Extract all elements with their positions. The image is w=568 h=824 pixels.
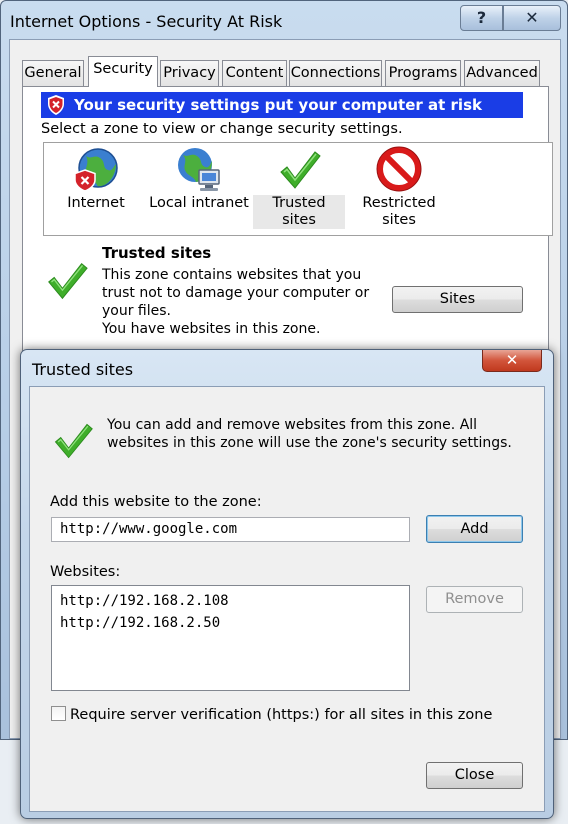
shield-warning-icon [48,95,64,115]
sites-button[interactable]: Sites [392,286,523,313]
remove-button[interactable]: Remove [426,586,523,613]
help-button[interactable]: ? [460,5,503,31]
zone-internet-label: Internet [67,195,125,211]
checkmark-icon [280,151,321,189]
globe-warning-icon [74,148,118,192]
window-title: Internet Options - Security At Risk [10,12,283,31]
require-https-checkbox[interactable] [51,706,66,721]
add-button[interactable]: Add [426,515,523,543]
zone-detail-title: Trusted sites [102,244,212,262]
tab-connections[interactable]: Connections [289,60,382,86]
trusted-sites-dialog: Trusted sites ✕ You can add and remove w… [20,349,554,819]
websites-label: Websites: [50,564,121,580]
require-https-row[interactable]: Require server verification (https:) for… [51,706,492,723]
zone-prompt: Select a zone to view or change security… [41,121,403,137]
tab-general[interactable]: General [22,60,84,86]
list-item[interactable]: http://192.168.2.108 [60,590,409,612]
zone-description: This zone contains websites that you tru… [102,267,370,319]
tab-privacy[interactable]: Privacy [160,60,219,86]
zone-status: You have websites in this zone. [102,321,321,337]
intranet-globe-icon [178,148,220,191]
add-website-label: Add this website to the zone: [50,494,262,510]
security-warning-banner: Your security settings put your computer… [41,92,523,118]
tab-advanced[interactable]: Advanced [464,60,540,86]
restricted-icon [376,146,422,192]
zone-list: Internet Local intranet Trusted sites Re… [43,142,553,236]
website-url-input[interactable]: http://www.google.com [51,517,410,542]
dialog-close-x-button[interactable]: ✕ [482,350,542,372]
zone-detail-text: This zone contains websites that you tru… [102,266,372,338]
zone-local-intranet-label: Local intranet [149,195,249,211]
close-button[interactable]: Close [426,762,523,789]
dialog-checkmark-icon [54,423,93,459]
dialog-info-text: You can add and remove websites from thi… [107,417,512,451]
zone-local-intranet[interactable]: Local intranet [149,146,249,212]
zone-restricted-sites-label: Restricted sites [362,195,436,228]
tab-programs[interactable]: Programs [385,60,461,86]
dialog-client-area: You can add and remove websites from thi… [29,386,545,812]
dialog-title: Trusted sites [32,360,134,379]
zone-internet[interactable]: Internet [65,146,127,212]
zone-trusted-sites-label: Trusted sites [253,195,345,229]
close-window-button[interactable]: ✕ [503,5,561,31]
require-https-label: Require server verification (https:) for… [70,707,493,723]
tab-content[interactable]: Content [222,60,287,86]
zone-restricted-sites[interactable]: Restricted sites [359,146,439,229]
tab-security[interactable]: Security [88,56,158,87]
warning-banner-text: Your security settings put your computer… [74,96,482,114]
websites-list[interactable]: http://192.168.2.108 http://192.168.2.50 [51,585,410,691]
trusted-sites-checkmark-icon [48,262,88,300]
zone-trusted-sites[interactable]: Trusted sites [253,146,345,229]
list-item[interactable]: http://192.168.2.50 [60,612,409,634]
